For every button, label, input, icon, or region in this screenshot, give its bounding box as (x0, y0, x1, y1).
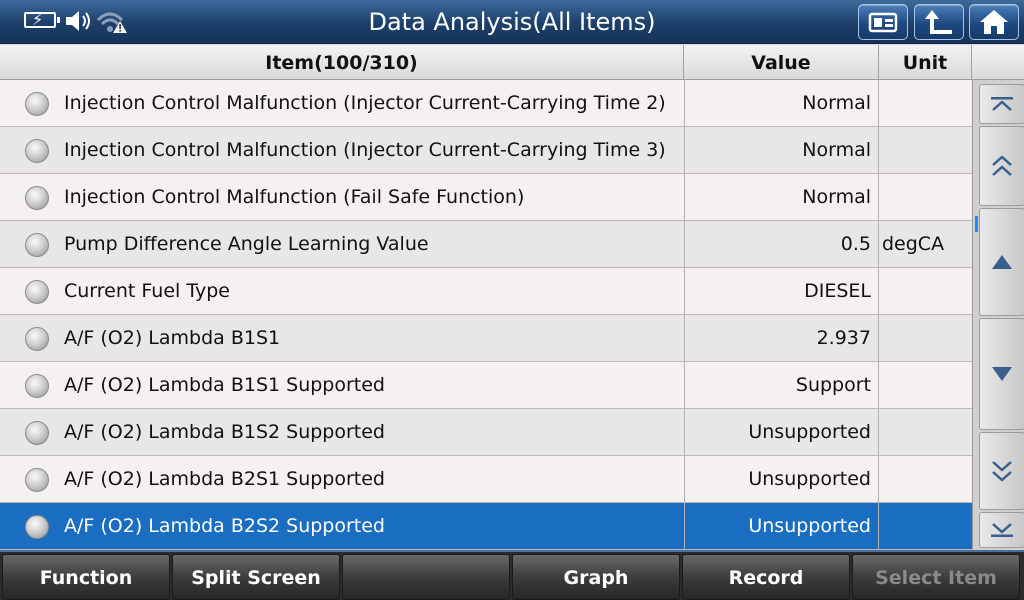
back-arrow-icon (925, 10, 952, 34)
home-button[interactable] (969, 4, 1019, 40)
table-row[interactable]: Pump Difference Angle Learning Value 0.5… (0, 221, 972, 268)
column-header-item[interactable]: Item(100/310) (0, 45, 684, 80)
row-unit (879, 80, 972, 126)
row-unit (879, 268, 972, 314)
row-value: 2.937 (684, 315, 879, 361)
table-row[interactable]: Injection Control Malfunction (Injector … (0, 127, 972, 174)
triangle-up-icon (992, 255, 1012, 269)
row-unit (879, 127, 972, 173)
speaker-icon (66, 11, 90, 31)
row-value: Support (684, 362, 879, 408)
row-unit (879, 503, 972, 549)
row-radio[interactable] (25, 280, 49, 304)
graph-button[interactable]: Graph (512, 554, 680, 600)
row-radio[interactable] (25, 515, 49, 539)
record-button[interactable]: Record (682, 554, 850, 600)
column-header-value: Value (684, 45, 879, 80)
screenshot-button[interactable] (858, 4, 908, 40)
row-radio[interactable] (25, 421, 49, 445)
scroll-top-button[interactable] (979, 84, 1024, 124)
row-radio[interactable] (25, 92, 49, 116)
table-row[interactable]: A/F (O2) Lambda B1S2 Supported Unsupport… (0, 409, 972, 456)
row-item-name: A/F (O2) Lambda B1S1 Supported (64, 374, 385, 396)
row-unit (879, 174, 972, 220)
double-chevron-up-icon (992, 155, 1012, 176)
row-unit (879, 362, 972, 408)
row-radio[interactable] (25, 468, 49, 492)
table-row[interactable]: Injection Control Malfunction (Injector … (0, 80, 972, 127)
scroll-bottom-button[interactable] (979, 512, 1024, 548)
scroll-top-icon (991, 97, 1013, 111)
row-value: Unsupported (684, 456, 879, 502)
row-radio[interactable] (25, 233, 49, 257)
page-down-button[interactable] (979, 432, 1024, 510)
blank-button[interactable] (342, 554, 510, 600)
battery-charging-icon: ⚡ (24, 10, 60, 29)
double-chevron-down-icon (992, 461, 1012, 482)
page-title: Data Analysis(All Items) (368, 8, 656, 36)
row-unit (879, 456, 972, 502)
table-row[interactable]: Current Fuel Type DIESEL (0, 268, 972, 315)
row-item-name: A/F (O2) Lambda B2S1 Supported (64, 468, 385, 490)
row-item-name: A/F (O2) Lambda B1S1 (64, 327, 281, 349)
row-item-name: Injection Control Malfunction (Injector … (64, 139, 666, 161)
function-button[interactable]: Function (2, 554, 170, 600)
wifi-warning-icon (96, 12, 127, 33)
row-item-name: Current Fuel Type (64, 280, 230, 302)
table-row-selected[interactable]: A/F (O2) Lambda B2S2 Supported Unsupport… (0, 503, 972, 550)
back-button[interactable] (914, 4, 964, 40)
row-item-name: A/F (O2) Lambda B1S2 Supported (64, 421, 385, 443)
row-item-name: Injection Control Malfunction (Fail Safe… (64, 186, 525, 208)
row-radio[interactable] (25, 327, 49, 351)
table-header: Item(100/310) Value Unit (0, 45, 1024, 80)
row-item-name: A/F (O2) Lambda B2S2 Supported (64, 515, 385, 537)
scrollbar (972, 80, 1024, 550)
scroll-up-button[interactable] (979, 208, 1024, 316)
table-row[interactable]: A/F (O2) Lambda B1S1 2.937 (0, 315, 972, 362)
title-bar: ⚡ Data Analysis(All Items) (0, 0, 1024, 44)
row-value: Normal (684, 127, 879, 173)
row-value: Normal (684, 80, 879, 126)
row-item-name: Injection Control Malfunction (Injector … (64, 92, 666, 114)
scroll-bottom-icon (991, 523, 1013, 537)
row-radio[interactable] (25, 186, 49, 210)
table-row[interactable]: A/F (O2) Lambda B1S1 Supported Support (0, 362, 972, 409)
row-value: DIESEL (684, 268, 879, 314)
screenshot-icon (868, 12, 898, 33)
page-up-button[interactable] (979, 126, 1024, 206)
row-value: 0.5 (684, 221, 879, 267)
select-item-button: Select Item (852, 554, 1020, 600)
row-unit: degCA (882, 233, 945, 255)
row-value: Unsupported (684, 409, 879, 455)
row-radio[interactable] (25, 139, 49, 163)
table-row[interactable]: Injection Control Malfunction (Fail Safe… (0, 174, 972, 221)
triangle-down-icon (992, 367, 1012, 381)
home-icon (980, 10, 1008, 34)
row-value: Normal (684, 174, 879, 220)
bottom-action-bar: Function Split Screen Graph Record Selec… (0, 550, 1024, 600)
table-row[interactable]: A/F (O2) Lambda B2S1 Supported Unsupport… (0, 456, 972, 503)
row-unit (879, 409, 972, 455)
row-radio[interactable] (25, 374, 49, 398)
column-header-unit: Unit (879, 45, 972, 80)
scroll-position-indicator (975, 216, 978, 232)
row-unit (879, 315, 972, 361)
data-list: Injection Control Malfunction (Injector … (0, 80, 972, 550)
split-screen-button[interactable]: Split Screen (172, 554, 340, 600)
scroll-down-button[interactable] (979, 318, 1024, 430)
row-value: Unsupported (684, 503, 879, 549)
row-item-name: Pump Difference Angle Learning Value (64, 233, 429, 255)
